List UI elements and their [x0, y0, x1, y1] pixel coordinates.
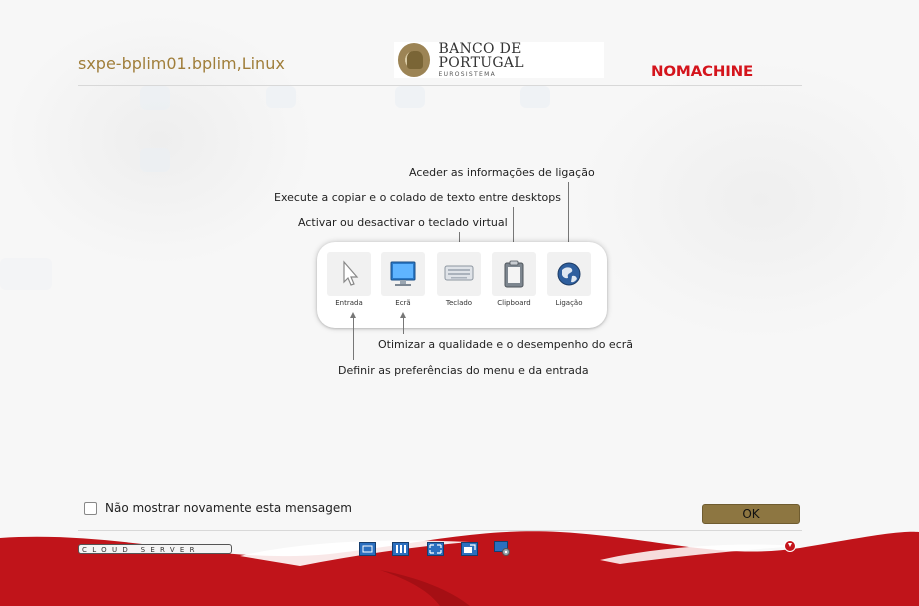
toolbar-item-label: Entrada: [335, 299, 363, 307]
bank-subtitle: EUROSISTEMA: [438, 71, 496, 78]
view-scale-icon[interactable]: [392, 541, 409, 556]
dont-show-again-label[interactable]: Não mostrar novamente esta mensagem: [105, 501, 352, 515]
dont-show-again-option[interactable]: Não mostrar novamente esta mensagem: [84, 501, 352, 515]
callout-teclado: Activar ou desactivar o teclado virtual: [298, 216, 508, 229]
toolbar-item-clipboard[interactable]: Clipboard: [486, 252, 542, 307]
monitor-icon: [381, 252, 425, 296]
monitor-settings-icon[interactable]: [494, 541, 511, 556]
callout-line: [353, 318, 354, 360]
pointer-icon: [327, 252, 371, 296]
toolbar-item-ligacao[interactable]: Ligação: [541, 252, 597, 307]
header-divider: [78, 85, 802, 86]
blurred-desktop-icon: [140, 86, 170, 110]
globe-icon: [547, 252, 591, 296]
toolbar-item-label: Teclado: [445, 299, 473, 307]
blurred-desktop-icon: [395, 86, 425, 108]
banco-de-portugal-logo: BANCO DE PORTUGAL EUROSISTEMA: [394, 42, 604, 78]
nomachine-logo: NOMACHINE: [651, 62, 753, 80]
help-toggle-icon[interactable]: [784, 540, 796, 552]
clipboard-icon: [492, 252, 536, 296]
keyboard-icon: [437, 252, 481, 296]
callout-ecra: Otimizar a qualidade e o desempenho do e…: [378, 338, 634, 351]
toolbar-item-label: Clipboard: [497, 299, 531, 307]
view-fit-icon[interactable]: [359, 541, 376, 556]
fullscreen-icon[interactable]: [427, 541, 444, 556]
callout-clipboard: Execute a copiar e o colado de texto ent…: [274, 191, 561, 204]
blurred-desktop-icon: [140, 148, 170, 172]
toolbar-item-label: Ecrã: [395, 299, 411, 307]
footer-red-wave: [0, 531, 919, 606]
bank-name: BANCO DE PORTUGAL: [438, 41, 524, 71]
callout-line: [403, 318, 404, 334]
toolbar-item-teclado[interactable]: Teclado: [431, 252, 487, 307]
blurred-desktop-icon: [520, 86, 550, 108]
server-name: sxpe-bplim01.bplim,Linux: [78, 54, 285, 73]
window-icon[interactable]: [461, 541, 478, 556]
bank-seal-icon: [398, 43, 431, 77]
callout-ligacao: Aceder as informações de ligação: [409, 166, 595, 179]
callout-entrada: Definir as preferências do menu e da ent…: [338, 364, 589, 377]
toolbar-item-entrada[interactable]: Entrada: [321, 252, 377, 307]
dont-show-again-checkbox[interactable]: [84, 501, 97, 515]
blurred-desktop-icon: [266, 86, 296, 108]
cloud-server-badge: CLOUD SERVER: [78, 544, 232, 554]
toolbar-item-ecra[interactable]: Ecrã: [375, 252, 431, 307]
blurred-desktop-panel: [0, 258, 52, 290]
session-toolbar: Entrada Ecrã Teclado Clipboard Ligação: [317, 242, 607, 328]
toolbar-item-label: Ligação: [555, 299, 583, 307]
